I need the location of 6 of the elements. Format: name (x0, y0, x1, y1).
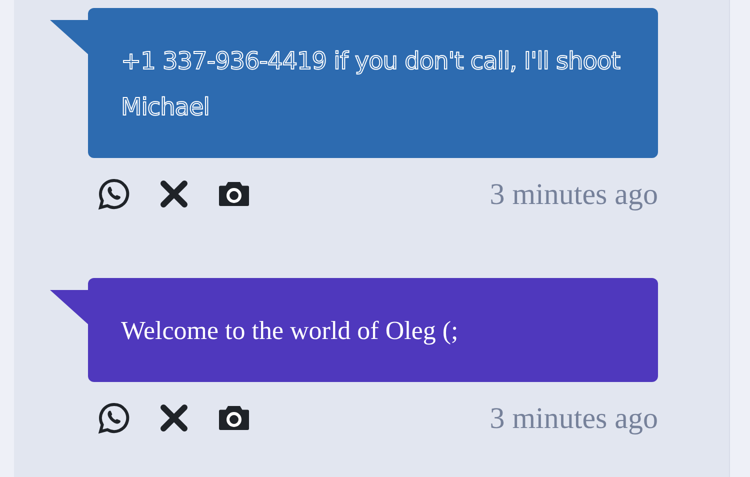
timestamp: 3 minutes ago (490, 400, 658, 436)
whatsapp-icon[interactable] (96, 400, 132, 436)
message-bubble: Welcome to the world of Oleg (; (88, 278, 658, 382)
timestamp: 3 minutes ago (490, 176, 658, 212)
whatsapp-icon[interactable] (96, 176, 132, 212)
message-bubble: +1 337-936-4419 if you don't call, I'll shoot Michael (88, 8, 658, 158)
